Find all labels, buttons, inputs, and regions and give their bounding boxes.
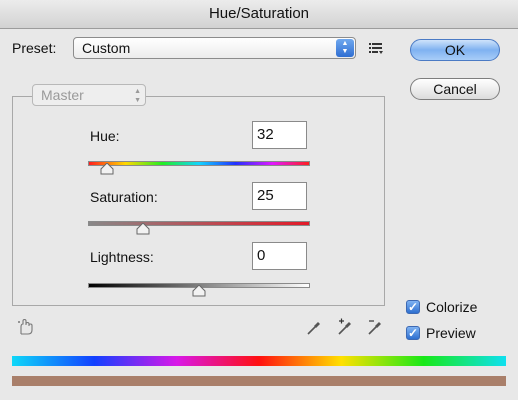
window-title: Hue/Saturation: [0, 0, 518, 29]
targeted-adjustment-hand-icon[interactable]: [17, 318, 35, 336]
hue-slider-thumb[interactable]: [100, 163, 114, 175]
ok-button[interactable]: OK: [410, 39, 500, 61]
preset-select[interactable]: Custom ▲ ▼: [73, 37, 356, 59]
edit-channel-select[interactable]: Master ▲ ▼: [32, 84, 146, 106]
saturation-label: Saturation:: [90, 189, 158, 205]
lightness-slider-thumb[interactable]: [192, 285, 206, 297]
preset-options-icon[interactable]: [368, 40, 384, 56]
saturation-slider-thumb[interactable]: [136, 223, 150, 235]
output-color-bar: [12, 376, 506, 386]
input-color-bar: [12, 356, 506, 366]
lightness-label: Lightness:: [90, 249, 154, 265]
edit-channel-value: Master: [41, 87, 84, 103]
saturation-input[interactable]: 25: [252, 182, 307, 210]
preset-label: Preset:: [12, 40, 57, 56]
eyedropper-icon[interactable]: [305, 318, 323, 336]
colorize-label[interactable]: Colorize: [426, 299, 477, 315]
hue-label: Hue:: [90, 128, 120, 144]
eyedropper-add-icon[interactable]: [336, 318, 354, 336]
preview-label[interactable]: Preview: [426, 325, 476, 341]
hue-slider-track[interactable]: [88, 161, 310, 166]
adjustment-group: [12, 96, 385, 306]
preview-checkbox[interactable]: ✓: [406, 326, 420, 340]
preset-value: Custom: [82, 40, 131, 56]
saturation-slider-track[interactable]: [88, 221, 310, 226]
hue-input[interactable]: 32: [252, 121, 307, 149]
lightness-input[interactable]: 0: [252, 242, 307, 270]
colorize-checkbox[interactable]: ✓: [406, 300, 420, 314]
cancel-button[interactable]: Cancel: [410, 78, 500, 100]
select-arrows-icon: ▲ ▼: [134, 88, 141, 104]
eyedropper-subtract-icon[interactable]: [366, 318, 384, 336]
select-arrows-icon: ▲ ▼: [336, 39, 354, 57]
